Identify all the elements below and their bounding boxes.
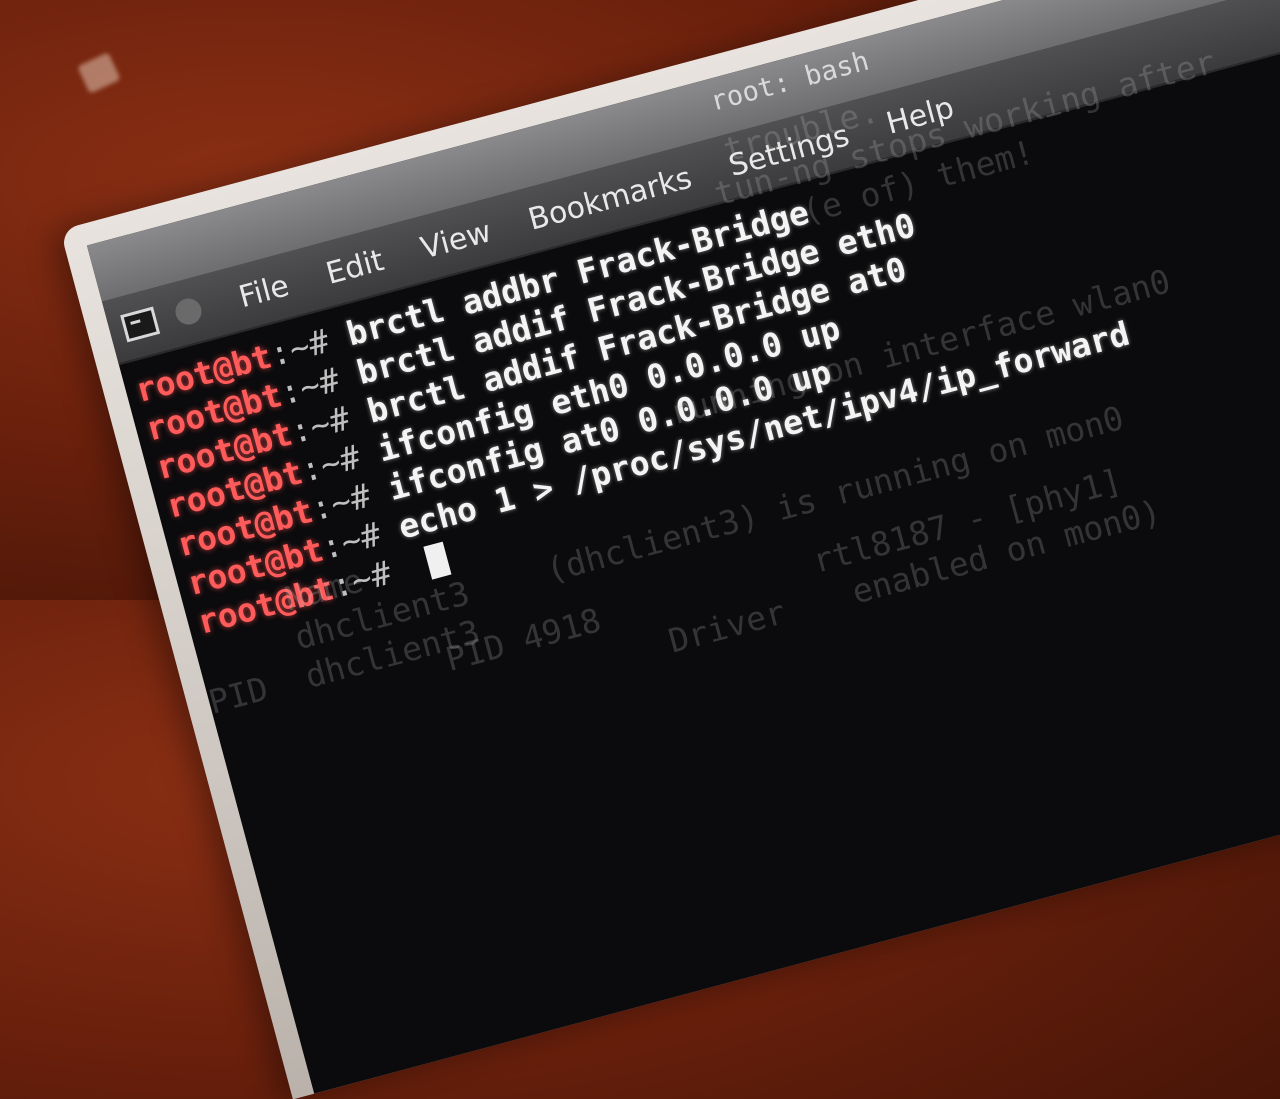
menu-edit[interactable]: Edit [322, 243, 387, 292]
text-cursor [422, 541, 452, 580]
ghost-line: Driver [664, 592, 790, 661]
ghost-line: rtl8187 - [phy1] [808, 460, 1126, 581]
ghost-line: PID 4918 [441, 600, 606, 679]
wall-light-spot [77, 52, 121, 94]
menu-file[interactable]: File [235, 268, 293, 315]
ghost-line: enabled on mon0) [847, 491, 1165, 612]
menu-help[interactable]: Help [882, 90, 957, 142]
secondary-app-icon [172, 295, 205, 328]
ghost-line: dhclient3 [301, 611, 484, 696]
ghost-line: PID [204, 668, 273, 722]
terminal-app-icon[interactable] [120, 306, 161, 343]
menu-view[interactable]: View [417, 214, 495, 266]
